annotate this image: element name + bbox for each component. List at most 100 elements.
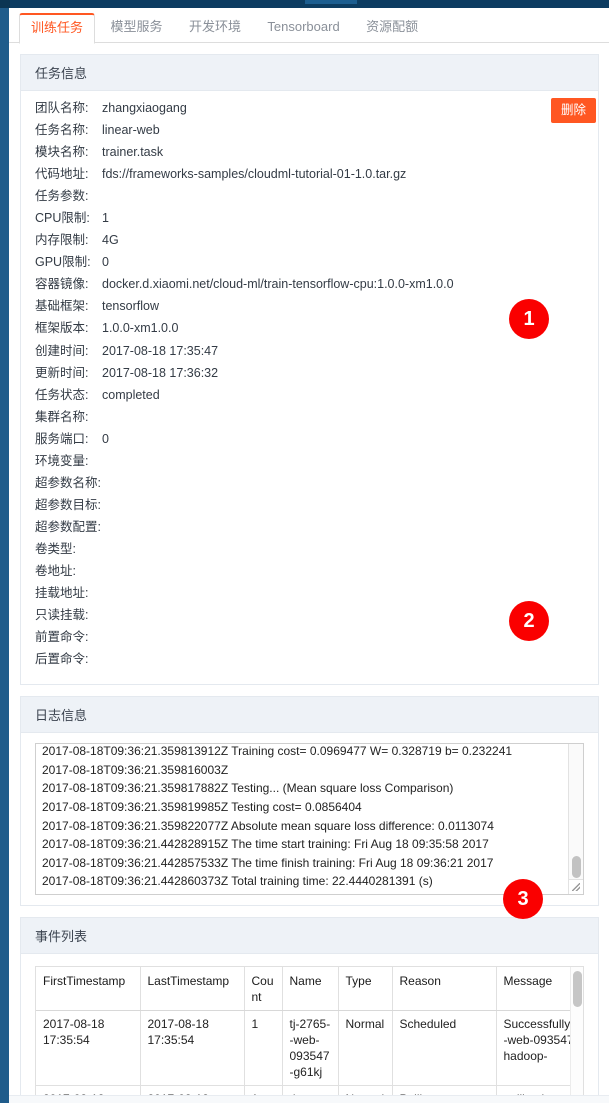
tab-label: Tensorboard — [267, 19, 340, 34]
task-info-row: 容器镜像: docker.d.xiaomi.net/cloud-ml/train-… — [35, 277, 584, 299]
tab-tensorboard[interactable]: Tensorboard — [256, 13, 350, 42]
task-info-label: 卷类型: — [35, 541, 76, 556]
task-info-row: 代码地址: fds://frameworks-samples/cloudml-tu… — [35, 167, 584, 189]
task-info-row: 更新时间: 2017-08-18 17:36:32 — [35, 366, 584, 388]
annotation-marker-3: 3 — [503, 879, 543, 919]
events-scrollbar-thumb[interactable] — [573, 971, 582, 1008]
task-info-label: 任务名称: — [35, 123, 89, 138]
log-info-header: 日志信息 — [21, 697, 598, 734]
task-info-value: 1 — [102, 211, 109, 226]
tab-label: 训练任务 — [31, 20, 84, 35]
log-line: 2017-08-18T09:36:21.359813912Z Training … — [42, 744, 513, 759]
log-textarea[interactable]: 2017-08-18T09:36:21.359813912Z Training … — [35, 743, 584, 896]
events-body: FirstTimestamp LastTimestamp Count Name … — [21, 954, 598, 1103]
events-table-viewport: FirstTimestamp LastTimestamp Count Name … — [35, 966, 584, 1101]
tab-model-service[interactable]: 模型服务 — [99, 13, 173, 42]
task-info-label: 超参数名称: — [35, 475, 101, 490]
annotation-marker-2: 2 — [509, 601, 549, 641]
task-info-row: 卷地址: — [35, 564, 584, 586]
top-navbar — [0, 0, 609, 8]
task-info-row: 集群名称: — [35, 410, 584, 432]
tab-resource-quota[interactable]: 资源配额 — [355, 13, 429, 42]
task-info-label: 任务参数: — [35, 189, 89, 204]
task-info-row: 超参数名称: — [35, 476, 584, 498]
annotation-marker-1: 1 — [509, 299, 549, 339]
table-cell-count: 1 — [244, 1010, 283, 1087]
task-info-label: 后置命令: — [35, 652, 89, 667]
events-vertical-scrollbar[interactable] — [570, 967, 583, 1101]
task-info-row: 超参数目标: — [35, 498, 584, 520]
task-info-value: 4G — [102, 233, 119, 248]
task-info-panel: 任务信息 删除 团队名称: zhangxiaogang 任务名称: linear-we… — [20, 54, 599, 686]
task-info-label: 框架版本: — [35, 321, 89, 336]
task-info-value: trainer.task — [102, 145, 164, 160]
task-info-label: 代码地址: — [35, 167, 89, 182]
task-info-row: 后置命令: — [35, 652, 584, 674]
task-info-row: 环境变量: — [35, 454, 584, 476]
left-sidebar-rail[interactable] — [0, 8, 9, 1103]
task-info-label: 内存限制: — [35, 233, 89, 248]
events-header: 事件列表 — [21, 918, 598, 955]
resize-grip-icon[interactable] — [568, 879, 583, 895]
log-line: 2017-08-18T09:36:21.359819985Z Testing c… — [42, 800, 362, 814]
table-header-row: FirstTimestamp LastTimestamp Count Name … — [36, 967, 583, 1012]
table-row[interactable]: 2017-08-18 17:35:54 2017-08-18 17:35:54 1 t… — [36, 1010, 583, 1087]
task-info-label: 任务状态: — [35, 387, 89, 402]
column-header-type[interactable]: Type — [338, 967, 393, 1012]
task-info-value: 1.0.0-xm1.0.0 — [102, 321, 179, 336]
table-cell-first-timestamp: 2017-08-18 17:35:54 — [36, 1010, 141, 1087]
task-info-value: fds://frameworks-samples/cloudml-tutoria… — [102, 167, 407, 182]
task-info-row: GPU限制: 0 — [35, 255, 584, 277]
task-info-value: linear-web — [102, 123, 160, 138]
task-info-label: 卷地址: — [35, 563, 76, 578]
column-header-first-timestamp[interactable]: FirstTimestamp — [36, 967, 141, 1012]
task-info-value: 2017-08-18 17:35:47 — [102, 343, 219, 358]
task-info-row: 任务名称: linear-web — [35, 123, 584, 145]
log-scrollbar-thumb[interactable] — [572, 856, 581, 879]
tab-label: 模型服务 — [110, 19, 163, 34]
page-footer — [9, 1095, 609, 1103]
log-line: 2017-08-18T09:36:21.359816003Z — [42, 762, 229, 777]
task-info-label: 基础框架: — [35, 299, 89, 314]
log-line: 2017-08-18T09:36:21.442860373Z Total tra… — [42, 874, 433, 889]
topbar-logo-area — [0, 0, 10, 8]
task-info-row: 内存限制: 4G — [35, 233, 584, 255]
task-info-body: 删除 团队名称: zhangxiaogang 任务名称: linear-web 模块名称… — [21, 91, 598, 684]
task-info-label: 服务端口: — [35, 431, 89, 446]
task-info-value: 0 — [102, 255, 109, 270]
task-info-row: 框架版本: 1.0.0-xm1.0.0 — [35, 321, 584, 343]
task-info-label: 超参数目标: — [35, 497, 101, 512]
log-info-panel: 日志信息 2017-08-18T09:36:21.359813912Z Trai… — [20, 696, 599, 907]
task-info-row: 创建时间: 2017-08-18 17:35:47 — [35, 344, 584, 366]
table-cell-type: Normal — [338, 1010, 393, 1087]
topbar-active-indicator — [305, 0, 357, 4]
task-info-label: 超参数配置: — [35, 519, 101, 534]
task-info-label: 环境变量: — [35, 453, 89, 468]
events-table: FirstTimestamp LastTimestamp Count Name … — [36, 967, 583, 1101]
task-info-row: 团队名称: zhangxiaogang — [35, 101, 584, 123]
column-header-reason[interactable]: Reason — [392, 967, 497, 1012]
task-info-label: 前置命令: — [35, 630, 89, 645]
task-info-label: 集群名称: — [35, 409, 89, 424]
task-info-row: 只读挂载: — [35, 608, 584, 630]
task-info-value: completed — [102, 387, 160, 402]
task-info-row: 任务参数: — [35, 189, 584, 211]
events-table-body: 2017-08-18 17:35:54 2017-08-18 17:35:54 1 t… — [36, 1010, 583, 1101]
delete-button[interactable]: 删除 — [550, 98, 596, 123]
log-vertical-scrollbar[interactable] — [568, 744, 583, 882]
column-header-name[interactable]: Name — [282, 967, 339, 1012]
task-info-label: CPU限制: — [35, 211, 90, 226]
column-header-last-timestamp[interactable]: LastTimestamp — [140, 967, 245, 1012]
task-info-value: 2017-08-18 17:36:32 — [102, 365, 219, 380]
app-window: 训练任务 模型服务 开发环境 Tensorboard 资源配额 任务信息 删除 … — [0, 0, 609, 1103]
tab-label: 资源配额 — [366, 19, 419, 34]
task-info-label: 容器镜像: — [35, 277, 89, 292]
task-info-label: 挂载地址: — [35, 586, 89, 601]
log-line: 2017-08-18T09:36:21.442828915Z The time … — [42, 837, 489, 852]
column-header-count[interactable]: Count — [244, 967, 283, 1012]
tab-training-tasks[interactable]: 训练任务 — [19, 13, 96, 44]
task-info-row: 挂载地址: — [35, 586, 584, 608]
tab-dev-environment[interactable]: 开发环境 — [178, 13, 252, 42]
task-info-value: tensorflow — [102, 299, 159, 314]
task-info-row: 基础框架: tensorflow — [35, 299, 584, 321]
